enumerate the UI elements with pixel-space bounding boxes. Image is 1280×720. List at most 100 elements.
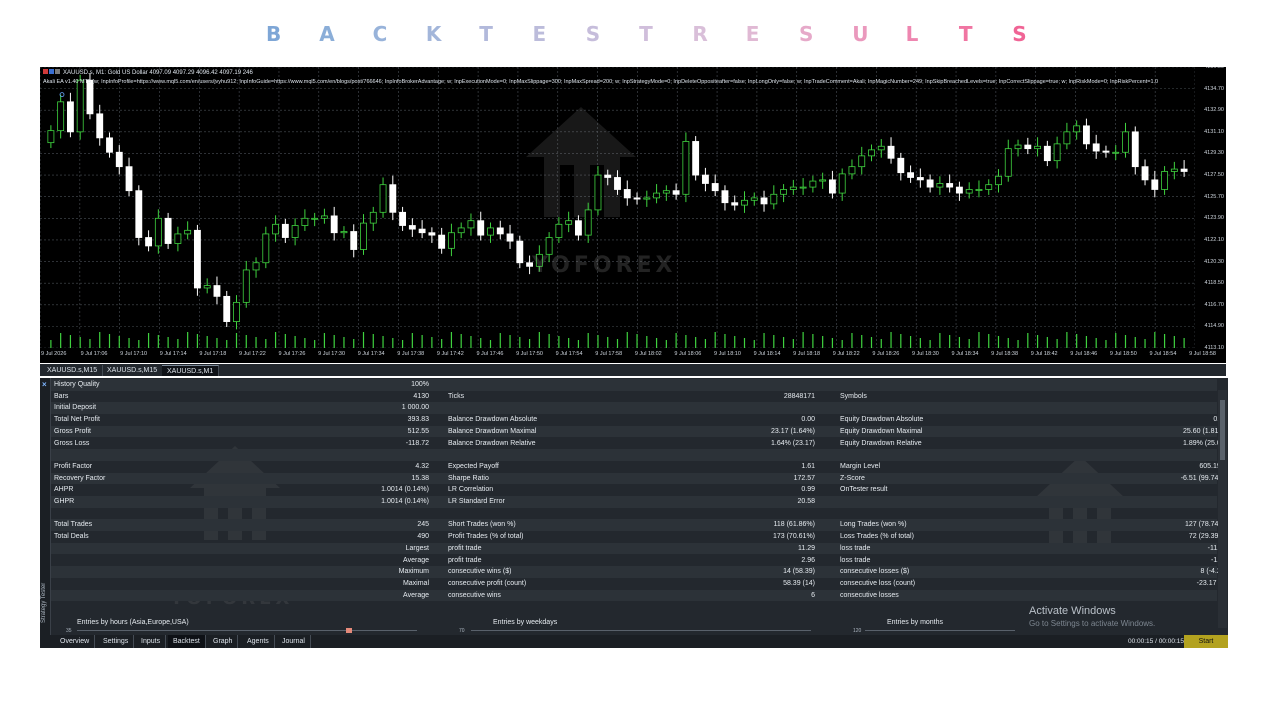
volume-bar [1095,338,1097,348]
volume-bar [460,334,462,348]
chart-plot-area[interactable]: XAUUSD.s, M1: Gold US Dollar 4097.09 409… [40,67,1195,348]
price-label: 4132.90 [1204,107,1224,114]
price-label: 4122.10 [1204,236,1224,243]
chart-menu-icon[interactable] [43,69,48,74]
table-row: Averageprofit trade2.96loss trade-1.65 [51,555,1227,567]
table-row [51,449,1217,461]
table-row: Initial Deposit 1 000.00 [51,402,1217,415]
volume-bar [695,337,697,348]
price-label: 4129.30 [1204,150,1224,157]
table-row: GHPR 1.0014 (0.14%) LR Standard Error 20.58 [51,496,1217,508]
candle-body [1073,125,1081,133]
volume-bar [812,334,814,348]
scrollbar-thumb[interactable] [1220,400,1225,460]
volume-bar [636,334,638,348]
candle-body [1043,145,1051,162]
tab-graph[interactable]: Graph [208,635,239,648]
tab-backtest[interactable]: Backtest [168,635,206,648]
table-row: AHPR 1.0014 (0.14%) LR Correlation 0.99 OnTe… [51,484,1227,496]
volume-bar [1144,339,1146,348]
candle-body [545,237,553,255]
title-letter: L [905,22,919,46]
volume-bar [616,339,619,348]
metric-value: 172.57 [793,474,815,482]
candle-body [242,269,250,303]
results-scrollbar[interactable] [1218,390,1227,628]
volume-bar [724,334,726,348]
candle-body [1053,143,1061,162]
tab-journal[interactable]: Journal [277,635,311,648]
metric-label: consecutive losses ($) [840,568,910,576]
tab-inputs[interactable]: Inputs [136,635,167,648]
volume-bar [1183,338,1185,348]
metric-value: Maximum [398,568,429,576]
metric-label: consecutive losses [840,591,899,599]
tab-agents[interactable]: Agents [242,635,275,648]
volume-bar [1056,339,1058,348]
candle-body [1034,145,1042,150]
volume-bar [50,340,52,348]
candle-body [457,227,465,234]
time-label: 9 Jul 17:34 [357,351,385,357]
mini-chart-title: Entries by hours (Asia,Europe,USA) [77,619,189,626]
candle-body [340,231,348,234]
symbol-info: XAUUSD.s, M1: Gold US Dollar 4097.09 409… [43,69,253,76]
metric-label: Balance Drawdown Relative [448,439,536,447]
candle-body [789,186,797,190]
candle-body [96,113,104,139]
time-label: 9 Jul 2026 [41,351,67,357]
price-label: 4116.70 [1204,301,1224,308]
metric-value: 1.64% (23.17) [771,439,815,447]
tab-settings[interactable]: Settings [98,635,135,648]
volume-bar [870,337,873,348]
chart-tab[interactable]: XAUUSD.s,M15 [102,365,164,376]
volume-bar [177,339,179,348]
volume-bar [1036,335,1039,348]
time-scale[interactable]: 9 Jul 2026 9 Jul 17:06 9 Jul 17:10 9 Jul 17… [40,350,1226,362]
time-label: 9 Jul 18:18 [793,351,821,357]
yoforex-logo [526,107,636,217]
metric-value: 23.17 (1.64%) [771,427,815,435]
volume-bar [353,339,355,348]
table-row: Gross Loss -118.72 Balance Drawdown Relati… [51,438,1227,450]
chart-tab[interactable]: XAUUSD.s,M1 [162,365,220,376]
volume-bar [265,339,267,348]
start-button[interactable]: Start [1184,635,1228,648]
chart-close-icon[interactable] [55,69,60,74]
volume-bar [245,335,247,348]
candle-body [57,101,65,132]
candle-body [584,209,592,236]
candle-body [66,101,74,133]
candle-body [174,233,182,244]
metric-value: 1.0014 (0.14%) [381,486,429,494]
volume-bar [577,340,580,348]
candle-body [379,184,387,213]
time-label: 9 Jul 17:58 [595,351,623,357]
price-label: 4125.70 [1204,193,1224,200]
candle-body [477,220,485,236]
chart-tab[interactable]: XAUUSD.s,M15 [42,365,104,376]
chart-save-icon[interactable] [49,69,54,74]
candle-body [1102,150,1110,153]
candle-body [701,174,709,184]
time-label: 9 Jul 18:42 [1030,351,1058,357]
tab-overview[interactable]: Overview [55,635,96,648]
metric-value: 490 [417,533,429,541]
price-scale[interactable]: 4136.50 4134.70 4132.90 4131.10 4129.30 4127.… [1195,67,1226,351]
volume-bar [489,340,492,348]
volume-bar [558,336,560,348]
close-icon[interactable]: × [42,380,47,389]
volume-bar [294,336,296,348]
volume-bar [900,334,902,348]
candle-body [233,301,240,322]
time-label: 9 Jul 17:54 [555,351,583,357]
candle-body [633,197,641,200]
time-label: 9 Jul 18:34 [951,351,979,357]
mini-chart-title: Entries by months [887,619,944,626]
price-chart-window[interactable]: XAUUSD.s, M1: Gold US Dollar 4097.09 409… [40,67,1226,363]
volume-bar [235,333,238,348]
volume-bar [1134,337,1136,348]
candle-body [1004,148,1012,177]
metric-value: 15.38 [411,474,429,482]
title-letter: S [1012,22,1027,46]
